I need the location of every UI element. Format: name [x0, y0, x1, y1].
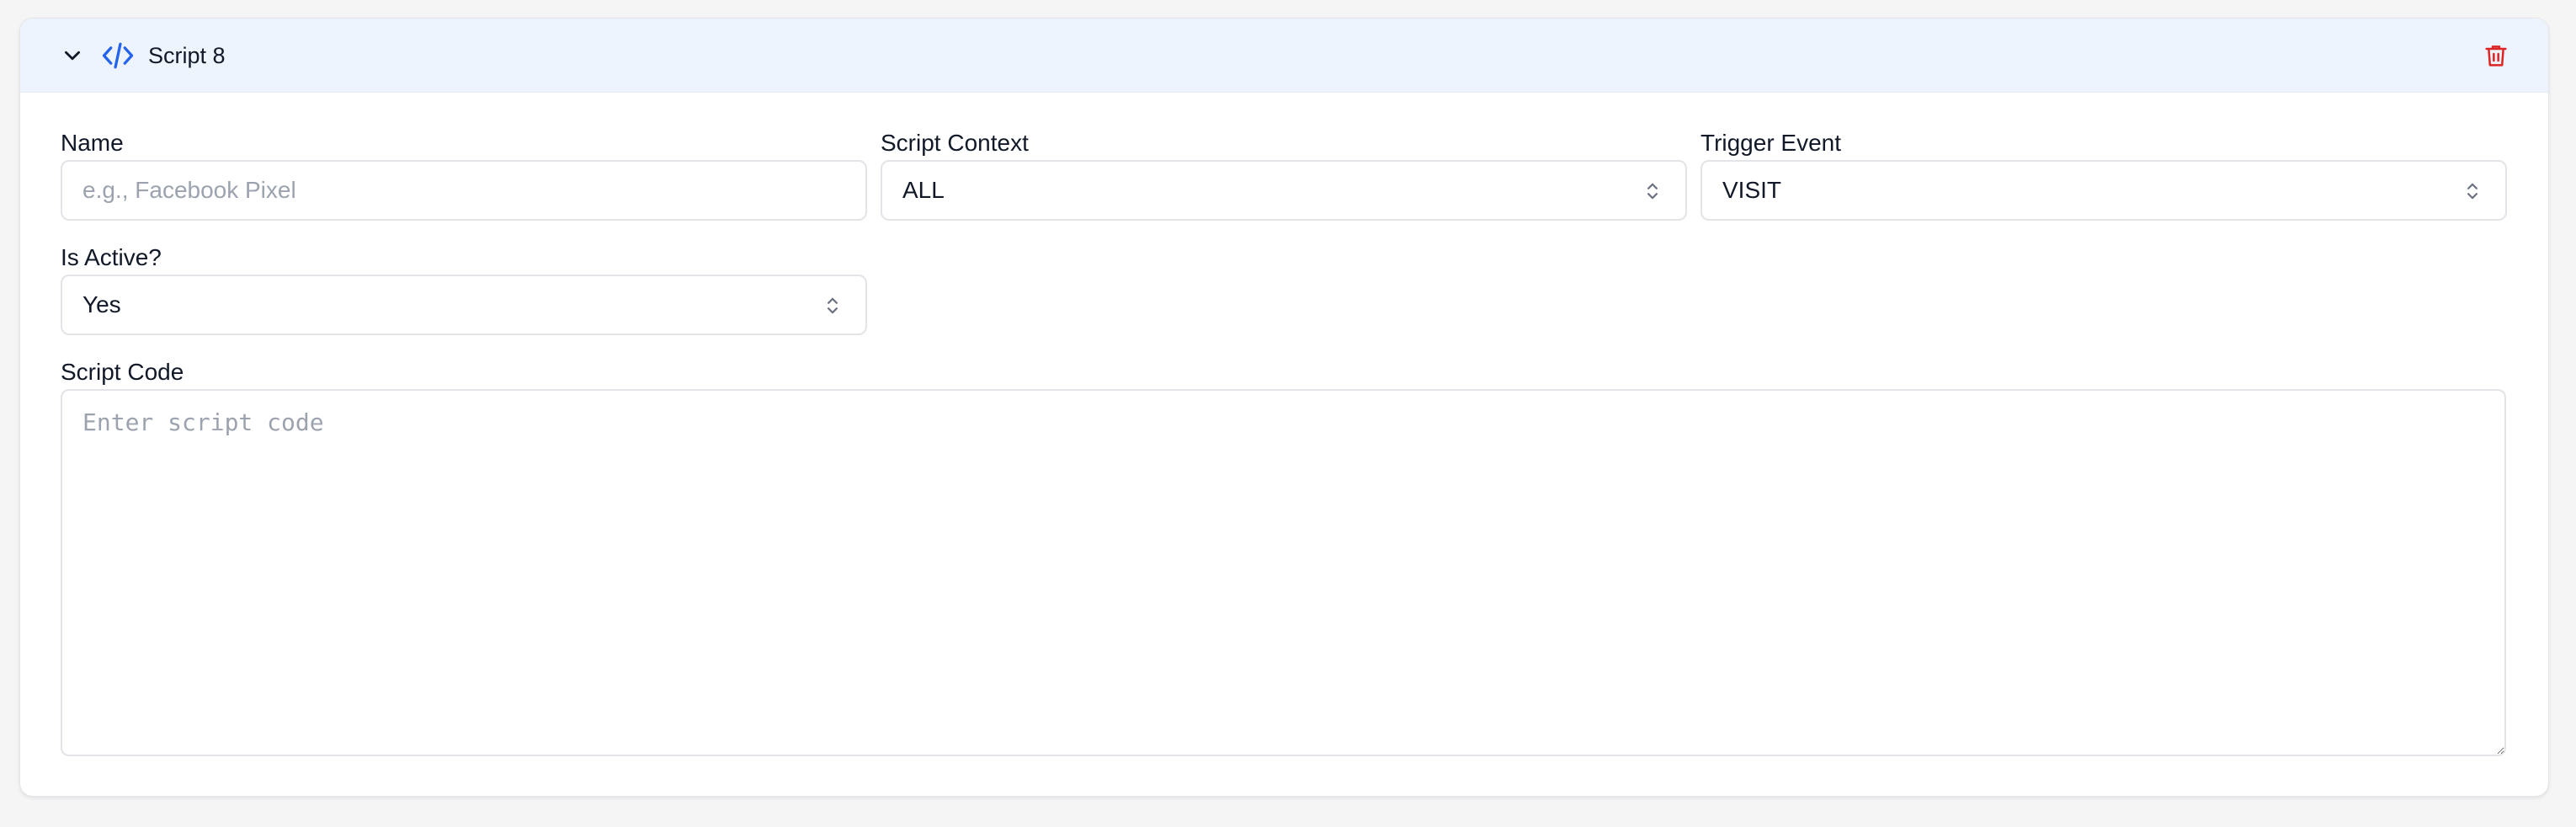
chevron-up-down-icon: [2467, 183, 2478, 200]
chevron-down-icon: [65, 51, 80, 61]
chevron-up-down-icon: [827, 297, 838, 314]
trigger-event-select[interactable]: VISIT: [1700, 160, 2507, 221]
script-context-value: ALL: [902, 177, 945, 203]
script-code-textarea[interactable]: [61, 389, 2506, 756]
script-code-label: Script Code: [61, 359, 184, 385]
is-active-value: Yes: [82, 291, 121, 317]
name-input[interactable]: [61, 160, 867, 221]
delete-script-button[interactable]: [2478, 37, 2515, 74]
script-context-label: Script Context: [881, 130, 1029, 156]
trigger-event-label: Trigger Event: [1700, 130, 1842, 156]
script-title: Script 8: [148, 43, 226, 68]
trash-icon: [2485, 45, 2507, 67]
script-card: Script 8 Name Script Context Trigger Eve…: [19, 18, 2549, 797]
collapse-toggle-button[interactable]: [57, 40, 88, 71]
name-label: Name: [61, 130, 124, 156]
code-icon: [102, 42, 134, 69]
trigger-event-value: VISIT: [1722, 177, 1782, 203]
is-active-label: Is Active?: [61, 244, 162, 270]
chevron-up-down-icon: [1647, 183, 1658, 200]
script-context-select[interactable]: ALL: [881, 160, 1687, 221]
script-card-header[interactable]: Script 8: [20, 19, 2548, 93]
is-active-select[interactable]: Yes: [61, 275, 867, 335]
